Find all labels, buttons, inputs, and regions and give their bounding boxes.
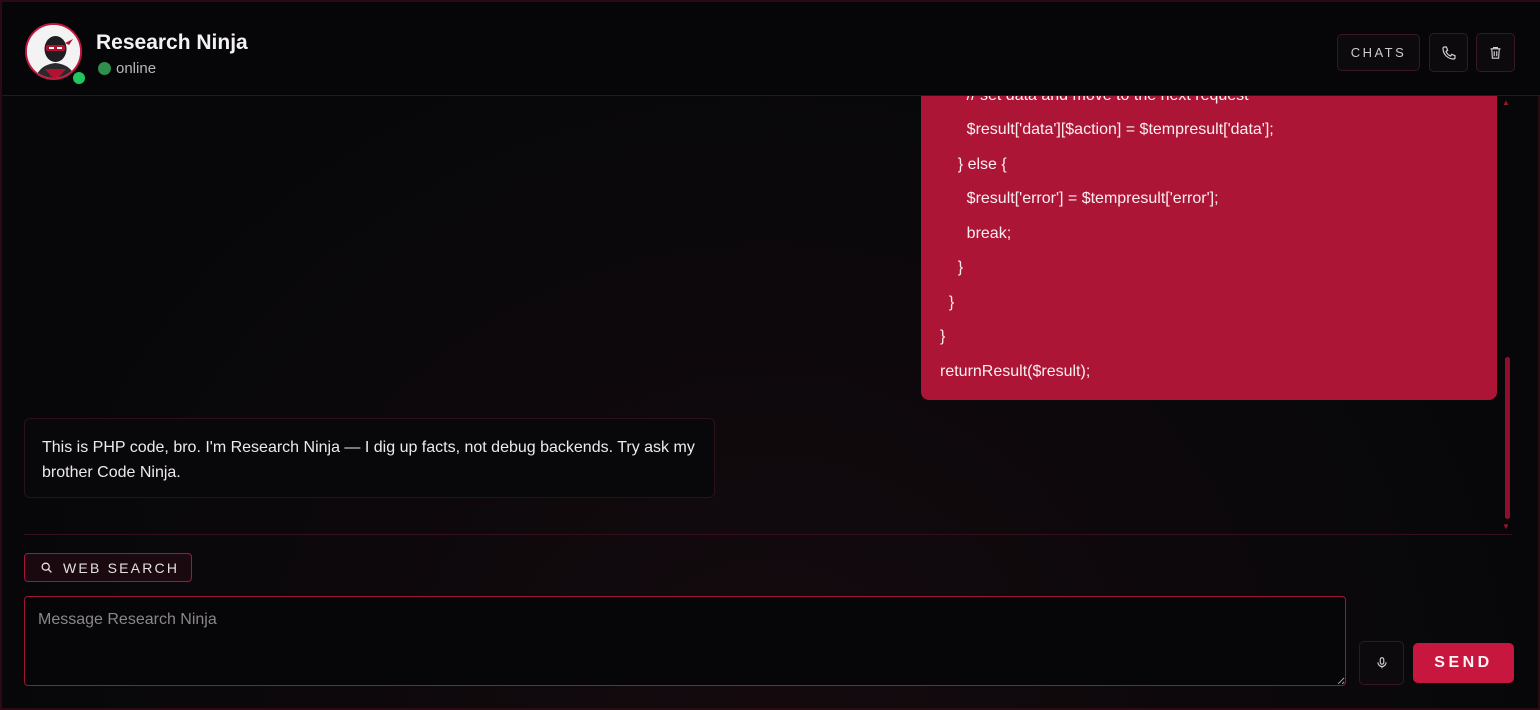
code-line: returnResult($result); <box>940 363 1091 380</box>
code-line: } <box>940 259 964 276</box>
web-search-label: WEB SEARCH <box>63 559 180 576</box>
presence-row: online <box>98 60 156 77</box>
delete-chat-button[interactable] <box>1476 33 1515 72</box>
phone-icon <box>1441 45 1456 60</box>
trash-icon <box>1490 46 1501 59</box>
online-dot-icon <box>98 62 111 75</box>
code-line: } <box>940 328 946 345</box>
app-window: Research Ninja online CHATS // set data … <box>0 0 1540 710</box>
code-line: } <box>940 294 955 311</box>
scroll-down-arrow-icon[interactable]: ▼ <box>1502 522 1510 531</box>
code-line: // set data and move to the next request <box>940 96 1249 105</box>
chats-button[interactable]: CHATS <box>1337 34 1420 71</box>
online-status-indicator <box>71 70 87 86</box>
page-title: Research Ninja <box>96 31 248 54</box>
code-line: $result['data'][$action] = $tempresult['… <box>940 121 1274 138</box>
composer-divider <box>24 534 1512 535</box>
microphone-icon <box>1376 657 1387 669</box>
code-line: } else { <box>940 156 1007 173</box>
presence-status: online <box>116 60 157 77</box>
code-line: $result['error'] = $tempresult['error']; <box>940 190 1219 207</box>
code-line: break; <box>940 225 1012 242</box>
scroll-up-arrow-icon[interactable]: ▲ <box>1502 98 1510 107</box>
message-input[interactable] <box>24 596 1346 686</box>
call-button[interactable] <box>1429 33 1468 72</box>
chat-scrollbar-thumb[interactable] <box>1505 357 1510 519</box>
send-button[interactable]: SEND <box>1413 643 1514 683</box>
chat-header: Research Ninja online CHATS <box>2 2 1540 96</box>
search-icon <box>41 562 52 573</box>
message-list[interactable]: // set data and move to the next request… <box>2 96 1540 534</box>
user-message-bubble: // set data and move to the next request… <box>921 96 1497 400</box>
assistant-message-bubble: This is PHP code, bro. I'm Research Ninj… <box>24 418 715 498</box>
microphone-button[interactable] <box>1359 641 1404 685</box>
web-search-toggle[interactable]: WEB SEARCH <box>24 553 192 582</box>
